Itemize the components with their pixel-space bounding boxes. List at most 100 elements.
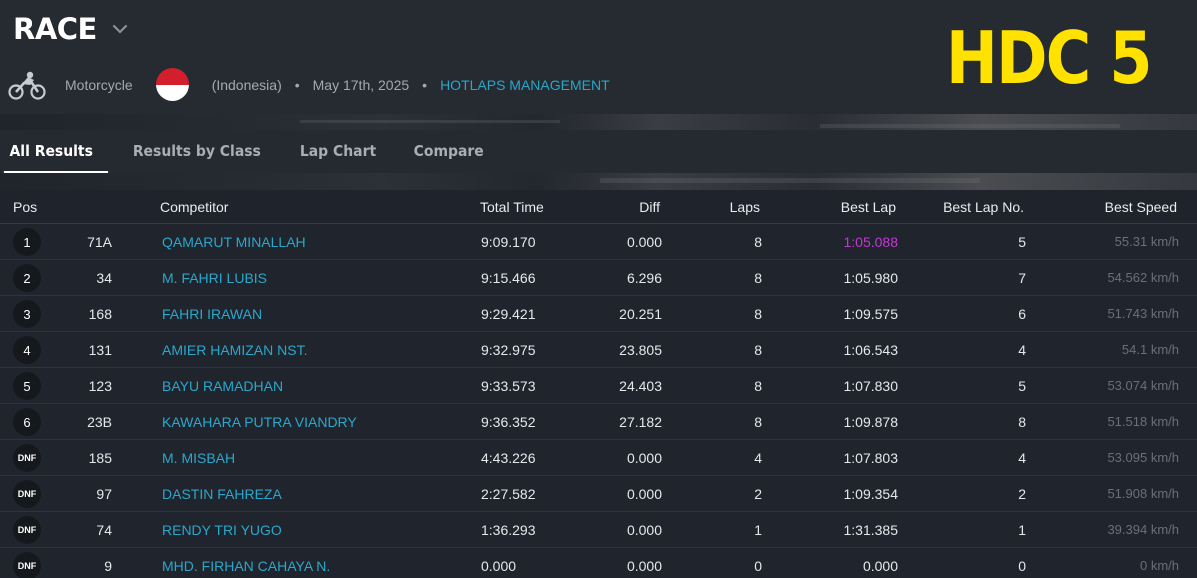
column-header-competitor[interactable]: Competitor (160, 199, 228, 215)
column-header-diff[interactable]: Diff (639, 199, 660, 215)
diff-value: 6.296 (626, 269, 662, 286)
sport-type: Motorcycle (65, 76, 133, 93)
column-header-best-lap[interactable]: Best Lap (841, 199, 896, 215)
best-lap-value: 1:07.803 (843, 449, 899, 466)
results-tabs: All Results Results by Class Lap Chart C… (0, 130, 1197, 173)
tab-lap-chart[interactable]: Lap Chart (285, 130, 391, 173)
position-badge: 2 (13, 264, 41, 292)
diff-value: 27.182 (619, 413, 662, 430)
motorcycle-icon (8, 71, 46, 100)
event-meta: Motorcycle (Indonesia) • May 17th, 2025 … (8, 68, 610, 101)
best-lap-no-value: 7 (1018, 269, 1026, 286)
table-row[interactable]: 1 71A QAMARUT MINALLAH 9:09.170 0.000 8 1:05.0… (0, 224, 1197, 260)
table-row[interactable]: DNF 185 M. MISBAH 4:43.226 0.000 4 1:07.803 4 53… (0, 440, 1197, 476)
best-lap-value: 1:31.385 (843, 521, 899, 538)
race-number: 131 (88, 341, 112, 358)
best-lap-no-value: 4 (1018, 449, 1026, 466)
position-badge: DNF (13, 516, 41, 544)
results-table: Pos Competitor Total Time Diff Laps Best… (0, 190, 1197, 578)
best-speed-value: 51.908 km/h (1107, 486, 1179, 501)
best-lap-value: 1:07.830 (843, 377, 899, 394)
column-header-total-time[interactable]: Total Time (480, 199, 544, 215)
laps-value: 8 (754, 269, 762, 286)
table-row[interactable]: 6 23B KAWAHARA PUTRA VIANDRY 9:36.352 27.182… (0, 404, 1197, 440)
best-lap-value: 1:05.088 (843, 233, 899, 250)
competitor-link[interactable]: MHD. FIRHAN CAHAYA N. (162, 558, 330, 574)
laps-value: 8 (754, 377, 762, 394)
competitor-link[interactable]: KAWAHARA PUTRA VIANDRY (162, 414, 357, 430)
best-lap-no-value: 5 (1018, 233, 1026, 250)
event-date: May 17th, 2025 (312, 76, 410, 93)
best-speed-value: 53.074 km/h (1107, 378, 1179, 393)
best-speed-value: 51.518 km/h (1107, 414, 1179, 429)
best-lap-no-value: 4 (1018, 341, 1026, 358)
event-brand-logo: HDC 5 (946, 16, 1152, 100)
best-speed-value: 0 km/h (1139, 558, 1179, 573)
race-number: 74 (96, 521, 112, 538)
tab-compare[interactable]: Compare (399, 130, 499, 173)
competitor-link[interactable]: DASTIN FAHREZA (162, 486, 282, 502)
table-row[interactable]: 3 168 FAHRI IRAWAN 9:29.421 20.251 8 1:09.575 6… (0, 296, 1197, 332)
indonesia-flag-icon (155, 68, 189, 101)
race-number: 9 (104, 557, 112, 574)
total-time: 9:29.421 (481, 305, 536, 322)
diff-value: 0.000 (626, 521, 662, 538)
total-time: 9:32.975 (481, 341, 536, 358)
position-badge: DNF (13, 444, 41, 472)
best-lap-no-value: 8 (1018, 413, 1026, 430)
competitor-link[interactable]: BAYU RAMADHAN (162, 378, 283, 394)
table-row[interactable]: DNF 97 DASTIN FAHREZA 2:27.582 0.000 2 1:09.35… (0, 476, 1197, 512)
competitor-link[interactable]: M. FAHRI LUBIS (162, 270, 267, 286)
competitor-link[interactable]: AMIER HAMIZAN NST. (162, 342, 307, 358)
laps-value: 8 (754, 305, 762, 322)
table-body: 1 71A QAMARUT MINALLAH 9:09.170 0.000 8 1:05.0… (0, 224, 1197, 578)
position-badge: DNF (13, 480, 41, 508)
column-header-laps[interactable]: Laps (730, 199, 760, 215)
table-row[interactable]: 5 123 BAYU RAMADHAN 9:33.573 24.403 8 1:07.830… (0, 368, 1197, 404)
meta-separator: • (422, 76, 428, 93)
laps-value: 1 (754, 521, 762, 538)
competitor-link[interactable]: QAMARUT MINALLAH (162, 234, 306, 250)
position-badge: 3 (13, 300, 41, 328)
column-header-pos[interactable]: Pos (13, 199, 37, 215)
table-row[interactable]: DNF 74 RENDY TRI YUGO 1:36.293 0.000 1 1:31.38… (0, 512, 1197, 548)
table-row[interactable]: DNF 9 MHD. FIRHAN CAHAYA N. 0.000 0.000 0 0.00… (0, 548, 1197, 578)
diff-value: 24.403 (619, 377, 662, 394)
laps-value: 8 (754, 341, 762, 358)
total-time: 1:36.293 (481, 521, 536, 538)
event-country: (Indonesia) (211, 76, 282, 93)
diff-value: 20.251 (619, 305, 662, 322)
table-header: Pos Competitor Total Time Diff Laps Best… (0, 190, 1197, 224)
laps-value: 0 (754, 557, 762, 574)
chevron-down-icon[interactable] (111, 20, 129, 38)
total-time: 9:15.466 (481, 269, 536, 286)
best-lap-value: 1:09.354 (843, 485, 899, 502)
position-badge: DNF (13, 552, 41, 578)
page-title: RACE (13, 12, 97, 46)
best-lap-value: 1:05.980 (843, 269, 899, 286)
table-row[interactable]: 2 34 M. FAHRI LUBIS 9:15.466 6.296 8 1:05.980 7… (0, 260, 1197, 296)
event-header: RACE Motorcycle (Indonesia) • May 17th, … (0, 0, 1197, 114)
tab-all-results[interactable]: All Results (3, 130, 108, 173)
diff-value: 0.000 (626, 557, 662, 574)
best-speed-value: 54.562 km/h (1107, 270, 1179, 285)
organizer-link[interactable]: HOTLAPS MANAGEMENT (440, 77, 610, 93)
total-time: 2:27.582 (481, 485, 536, 502)
competitor-link[interactable]: M. MISBAH (162, 450, 235, 466)
total-time: 9:36.352 (481, 413, 536, 430)
position-badge: 1 (13, 228, 41, 256)
race-number: 71A (87, 233, 112, 250)
competitor-link[interactable]: FAHRI IRAWAN (162, 306, 262, 322)
race-number: 123 (88, 377, 112, 394)
laps-value: 4 (754, 449, 762, 466)
laps-value: 8 (754, 413, 762, 430)
column-header-best-lap-no[interactable]: Best Lap No. (943, 199, 1024, 215)
position-badge: 5 (13, 372, 41, 400)
meta-separator: • (294, 76, 300, 93)
best-speed-value: 53.095 km/h (1107, 450, 1179, 465)
tab-results-by-class[interactable]: Results by Class (118, 130, 276, 173)
table-row[interactable]: 4 131 AMIER HAMIZAN NST. 9:32.975 23.805 8 1:0… (0, 332, 1197, 368)
competitor-link[interactable]: RENDY TRI YUGO (162, 522, 282, 538)
total-time: 4:43.226 (481, 449, 536, 466)
column-header-best-speed[interactable]: Best Speed (1105, 199, 1177, 215)
